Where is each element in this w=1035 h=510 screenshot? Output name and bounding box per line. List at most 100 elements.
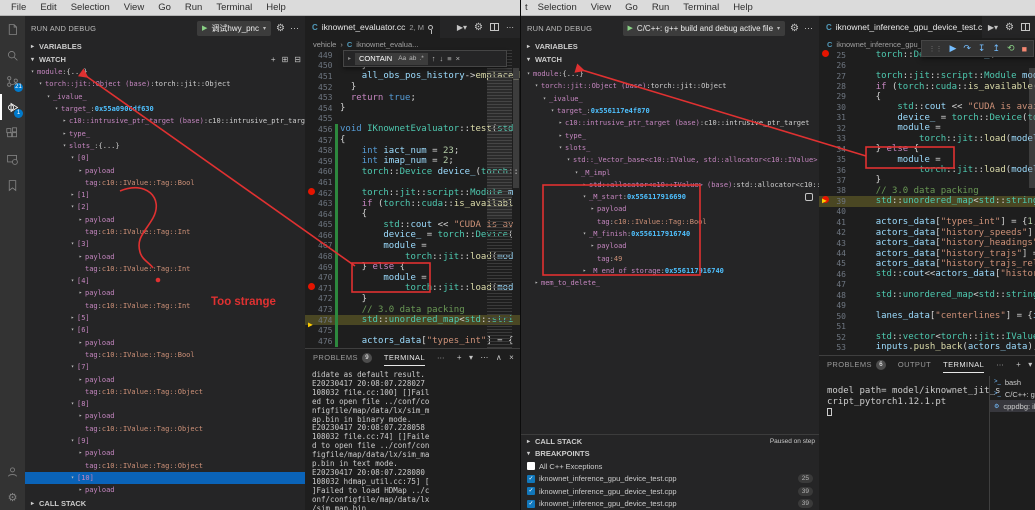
watch-row[interactable]: tag: c10::IValue::Tag::Int [25, 263, 305, 275]
account-icon[interactable] [0, 458, 25, 484]
watch-row[interactable]: ▾[4] [25, 275, 305, 287]
menu-item[interactable]: Terminal [209, 2, 259, 13]
find-toggle[interactable]: .* [419, 55, 423, 62]
watch-row[interactable]: ▾slots_: {...} [25, 140, 305, 152]
find-toggle[interactable]: Aa [398, 55, 406, 62]
remote-explorer-icon[interactable] [0, 146, 25, 172]
editor-gear-icon[interactable]: ⚙ [1005, 22, 1014, 33]
menu-item[interactable]: Edit [33, 2, 63, 13]
step-over-icon[interactable]: ↷ [963, 43, 971, 54]
breakpoint-icon[interactable] [819, 50, 832, 60]
more-actions-icon[interactable]: ⋯ [804, 23, 813, 34]
terminal-output[interactable]: didate as default result.E20230417 20:08… [312, 371, 429, 510]
run-or-debug-icon[interactable]: ▶▾ [988, 23, 998, 32]
watch-row[interactable]: tag: c10::IValue::Tag::Int [25, 300, 305, 312]
breakpoint-checkbox[interactable]: ✓ [527, 475, 535, 483]
terminal-session-item[interactable]: >_bash [990, 376, 1035, 388]
start-debug-icon[interactable]: ▶ [202, 24, 207, 32]
debug-settings-gear-icon[interactable]: ⚙ [276, 23, 285, 34]
watch-row[interactable]: ▾[8] [25, 398, 305, 410]
menu-item[interactable]: Help [259, 2, 293, 13]
menu-item[interactable]: Selection [64, 2, 117, 13]
tab-iknownet-evaluator[interactable]: C iknownet_evaluator.cc 2, M [305, 16, 440, 38]
variables-section-header[interactable]: ▸VARIABLES [521, 40, 819, 53]
step-out-icon[interactable]: ↥ [992, 43, 1000, 54]
watch-row[interactable]: ▾[2] [25, 201, 305, 213]
panel-tab[interactable]: TERMINAL [384, 349, 425, 366]
terminal-session-item[interactable]: >_C/C++: g+ [990, 388, 1035, 400]
breakpoint-row[interactable]: ✓iknownet_inference_gpu_device_test.cpp3… [521, 498, 819, 510]
panel-action-icon[interactable]: ▾ [1028, 360, 1032, 369]
watch-row[interactable]: ▾target_: 0x556117e4f870 [521, 105, 819, 117]
editor-gear-icon[interactable]: ⚙ [474, 22, 483, 33]
panel-action-icon[interactable]: ∧ [496, 353, 502, 362]
watch-row[interactable]: ▾torch::jit::Object (base): torch::jit::… [25, 78, 305, 90]
watch-row[interactable]: ▾_ivalue_ [25, 91, 305, 103]
find-widget[interactable]: ▸ CONTAINAaab.* ↑↓≡× [343, 50, 507, 67]
menu-item[interactable]: Go [151, 2, 178, 13]
run-debug-icon[interactable]: 1 [0, 94, 25, 120]
watch-row[interactable]: ▾_M_finish: 0x556117916740 [521, 228, 819, 240]
watch-row[interactable]: ▸payload [25, 373, 305, 385]
menu-item[interactable]: Terminal [676, 2, 726, 13]
watch-row[interactable]: ▾slots_ [521, 142, 819, 154]
find-nav-icon[interactable]: × [456, 54, 460, 63]
breadcrumb[interactable]: vehicle›Ciknownet_evalua... [305, 38, 520, 50]
watch-row[interactable]: ▸type_ [25, 127, 305, 139]
watch-header-icon[interactable]: ⊟ [294, 55, 301, 64]
watch-row[interactable]: ▾torch::jit::Object (base): torch::jit::… [521, 80, 819, 92]
editor-more-icon[interactable]: ⋯ [506, 23, 514, 32]
watch-row[interactable]: tag: 49 [521, 252, 819, 264]
find-nav-icon[interactable]: ≡ [447, 54, 451, 63]
watch-section-header[interactable]: ▾WATCH [521, 53, 819, 66]
breakpoints-section-header[interactable]: ▾BREAKPOINTS [521, 447, 819, 460]
start-debug-icon[interactable]: ▶ [628, 24, 633, 32]
variables-section-header[interactable]: ▸VARIABLES [25, 40, 305, 53]
editor-scrollbar[interactable] [1028, 50, 1035, 355]
breakpoint-checkbox[interactable]: ✓ [527, 487, 535, 495]
minimap[interactable] [487, 50, 512, 348]
terminal-output[interactable]: model path= model/iknownet_jit_script_py… [827, 386, 1000, 419]
explorer-icon[interactable] [0, 16, 25, 42]
menu-item[interactable]: Run [645, 2, 676, 13]
watch-row[interactable]: tag: c10::IValue::Tag::Bool [521, 216, 819, 228]
split-editor-icon[interactable] [1021, 23, 1030, 31]
right-code-area[interactable]: 25 torch::Device device_(torch2627 torch… [819, 50, 1035, 355]
watch-row[interactable]: ▾std::_Vector_base<c10::IValue, std::all… [521, 154, 819, 166]
panel-tab[interactable]: PROBLEMS9 [313, 349, 372, 366]
panel-action-icon[interactable]: ▾ [469, 353, 473, 362]
watch-row[interactable]: ▾module: {...} [521, 68, 819, 80]
search-icon[interactable] [0, 42, 25, 68]
stop-icon[interactable]: ■ [1022, 44, 1027, 54]
watch-row[interactable]: ▸[5] [25, 312, 305, 324]
watch-row[interactable]: ▸c10::intrusive_ptr_target (base): c10::… [25, 115, 305, 127]
watch-row[interactable]: tag: c10::IValue::Tag::Object [25, 386, 305, 398]
watch-row[interactable]: ▸_M_end_of_storage: 0x556117916740 [521, 265, 819, 277]
watch-section-header[interactable]: ▾WATCH+⊞⊟ [25, 53, 305, 66]
menu-item[interactable]: Run [178, 2, 209, 13]
source-control-icon[interactable]: 21 [0, 68, 25, 94]
split-editor-icon[interactable] [490, 23, 499, 31]
watch-row[interactable]: ▾module: {...} [25, 66, 305, 78]
drag-handle-icon[interactable]: ⋮⋮ [928, 45, 942, 53]
watch-row[interactable]: ▸std::allocator<c10::IValue> (base): std… [521, 179, 819, 191]
panel-tab[interactable]: ⋯ [996, 356, 1004, 373]
watch-row[interactable]: ▸payload [25, 287, 305, 299]
watch-row[interactable]: ▸type_ [521, 129, 819, 141]
panel-tab[interactable]: ⋯ [437, 349, 445, 366]
panel-action-icon[interactable]: + [1016, 360, 1021, 369]
watch-row[interactable]: ▾[7] [25, 361, 305, 373]
debug-config-dropdown[interactable]: ▶调试hwy_pnc▾ [197, 21, 271, 36]
continue-icon[interactable]: ▶ [949, 43, 956, 54]
watch-row[interactable]: ▸payload [25, 484, 305, 496]
panel-tab[interactable]: TERMINAL [943, 356, 984, 373]
settings-gear-icon[interactable]: ⚙ [0, 484, 25, 510]
watch-row[interactable]: ▾[3] [25, 238, 305, 250]
watch-row[interactable]: ▾[9] [25, 435, 305, 447]
panel-action-icon[interactable]: + [457, 353, 462, 362]
watch-row[interactable]: ▸payload [521, 203, 819, 215]
menu-item[interactable]: View [117, 2, 151, 13]
watch-row[interactable]: ▸mem_to_delete_ [521, 277, 819, 289]
editor-scrollbar[interactable] [512, 50, 520, 348]
debug-config-dropdown[interactable]: ▶C/C++: g++ build and debug active file▾ [623, 21, 786, 36]
